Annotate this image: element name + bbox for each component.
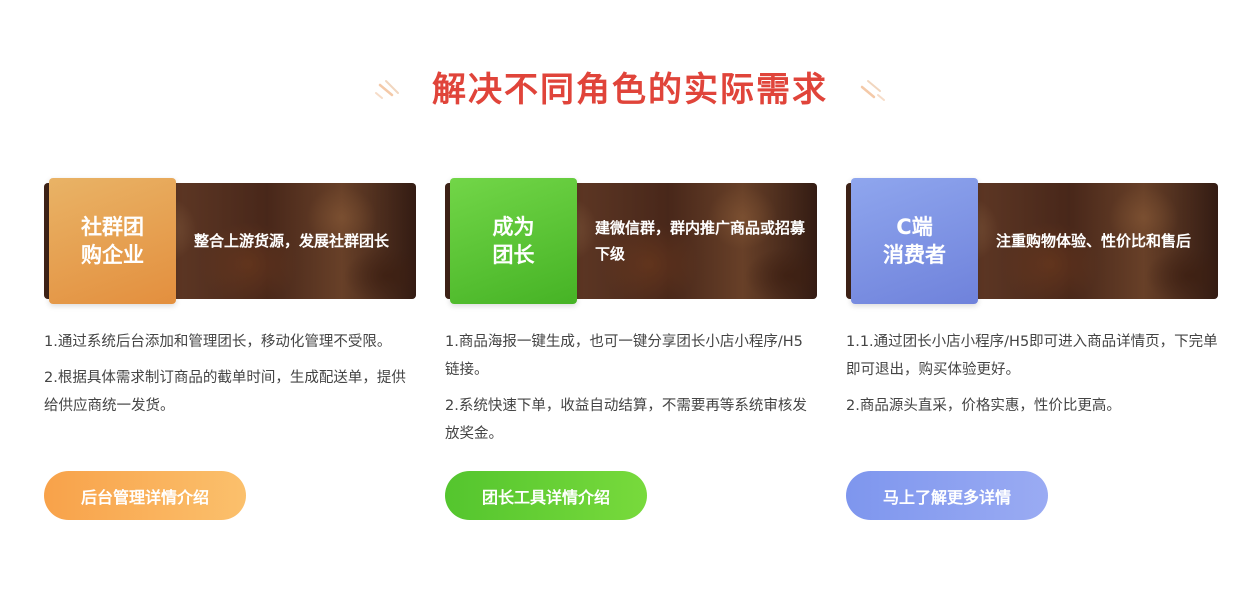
description-point: 2.商品源头直采，价格实惠，性价比更高。 (846, 398, 1121, 414)
role-tag-line: 社群团 (81, 215, 144, 239)
role-tag-line: 团长 (492, 243, 535, 267)
description-point: 2.根据具体需求制订商品的截单时间，生成配送单，提供给供应商统一发货。 (44, 370, 406, 414)
role-banner: C端 消费者 注重购物体验、性价比和售后 (846, 178, 1218, 304)
section-title: 解决不同角色的实际需求 (432, 70, 828, 110)
role-summary: 整合上游货源，发展社群团长 (194, 232, 390, 250)
page: 解决不同角色的实际需求 社群团 购企业 整合上游货源，发展社群团长 1.通过系统… (0, 0, 1260, 600)
role-tag-line: 消费者 (883, 243, 946, 267)
role-card-consumer: C端 消费者 注重购物体验、性价比和售后 1.1.通过团长小店小程序/H5即可进… (846, 178, 1218, 520)
role-tag: 成为 团长 (450, 178, 577, 304)
role-card-enterprise: 社群团 购企业 整合上游货源，发展社群团长 1.通过系统后台添加和管理团长，移动… (44, 178, 416, 520)
description-point: 2.系统快速下单，收益自动结算，不需要再等系统审核发放奖金。 (445, 398, 807, 442)
description-point: 1.通过系统后台添加和管理团长，移动化管理不受限。 (44, 334, 392, 350)
section-heading: 解决不同角色的实际需求 (0, 62, 1260, 118)
role-card-leader: 成为 团长 建微信群，群内推广商品或招募下级 1.商品海报一键生成，也可一键分享… (445, 178, 817, 520)
role-tag-line: 购企业 (81, 243, 144, 267)
role-description: 1.1.通过团长小店小程序/H5即可进入商品详情页，下完单即可退出，购买体验更好… (846, 328, 1218, 420)
role-description: 1.通过系统后台添加和管理团长，移动化管理不受限。 2.根据具体需求制订商品的截… (44, 328, 416, 420)
role-banner: 社群团 购企业 整合上游货源，发展社群团长 (44, 178, 416, 304)
right-sparkle-icon (860, 80, 885, 101)
description-point: 1.1.通过团长小店小程序/H5即可进入商品详情页，下完单即可退出，购买体验更好… (846, 334, 1218, 378)
role-tag-line: C端 (896, 215, 933, 239)
role-tag: 社群团 购企业 (49, 178, 176, 304)
backend-details-button[interactable]: 后台管理详情介绍 (44, 471, 246, 520)
left-sparkle-icon (375, 80, 399, 99)
role-description: 1.商品海报一键生成，也可一键分享团长小店小程序/H5链接。 2.系统快速下单，… (445, 328, 817, 448)
description-point: 1.商品海报一键生成，也可一键分享团长小店小程序/H5链接。 (445, 334, 803, 378)
role-tag-line: 成为 (492, 215, 535, 239)
role-summary: 建微信群，群内推广商品或招募下级 (595, 219, 806, 263)
more-details-button[interactable]: 马上了解更多详情 (846, 471, 1048, 520)
role-summary: 注重购物体验、性价比和售后 (996, 232, 1192, 250)
role-tag: C端 消费者 (851, 178, 978, 304)
role-banner: 成为 团长 建微信群，群内推广商品或招募下级 (445, 178, 817, 304)
leader-tools-details-button[interactable]: 团长工具详情介绍 (445, 471, 647, 520)
